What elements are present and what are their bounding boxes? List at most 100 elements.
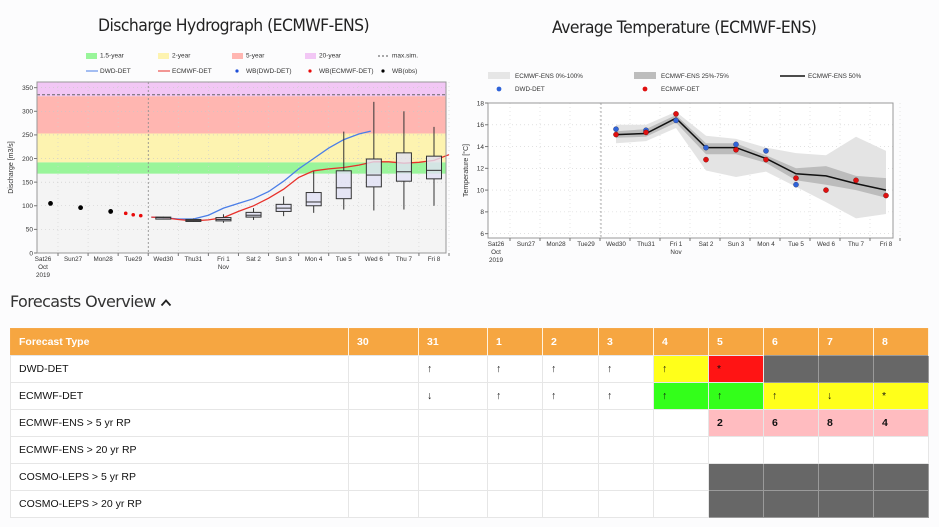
- x-tick-label: Nov: [218, 264, 230, 271]
- forecast-cell: ↑: [487, 355, 543, 383]
- legend-dot-9: [381, 69, 385, 73]
- column-header-day-1: 1: [487, 328, 543, 356]
- column-header-day-8: 8: [873, 328, 929, 356]
- legend-label: ECMWF-ENS 50%: [808, 73, 862, 80]
- dwd-det-point: [703, 144, 709, 151]
- legend-swatch-0: [488, 72, 510, 79]
- boxplot-box: [335, 170, 352, 200]
- y-tick-label: 50: [26, 227, 34, 234]
- wb-ecmwf-det-point: [138, 213, 143, 218]
- hydrograph-title: Discharge Hydrograph (ECMWF-ENS): [98, 16, 370, 36]
- column-header-forecast-type: Forecast Type: [10, 328, 349, 356]
- x-tick-label: Sat26: [35, 256, 52, 263]
- y-tick-label: 16: [477, 122, 485, 129]
- chevron-up-icon[interactable]: [160, 296, 172, 311]
- forecast-cell: [708, 463, 764, 491]
- forecasts-overview-table: Forecast Type 30 31 1 2 3 4 5 6 7 8 DWD-DET ↑ ↑ ↑ ↑ ↑ * E…: [10, 328, 929, 518]
- y-tick-label: 10: [477, 187, 485, 194]
- forecast-cell: 6: [763, 409, 819, 437]
- boxplot-box: [426, 155, 442, 180]
- forecast-cell: [708, 436, 764, 464]
- forecast-cell: 4: [873, 409, 929, 437]
- forecast-cell: ↓: [418, 382, 488, 410]
- x-tick-label: Sun27: [64, 256, 83, 263]
- forecast-cell: [763, 355, 819, 383]
- table-row: COSMO-LEPS > 20 yr RP: [10, 490, 929, 518]
- table-row: ECMWF-ENS > 5 yr RP 2 6 8 4: [10, 409, 929, 437]
- forecast-cell: [653, 409, 709, 437]
- legend-dot-3: [496, 86, 502, 92]
- ecmwf-det-point: [793, 175, 799, 181]
- dwd-det-point: [733, 141, 739, 148]
- wb-obs-point: [78, 205, 83, 211]
- x-tick-label: 2019: [489, 257, 504, 264]
- wb-obs-point: [108, 209, 114, 214]
- legend-label: 2-year: [172, 53, 191, 60]
- dwd-det-point: [673, 117, 679, 124]
- forecast-cell: ↑: [418, 355, 488, 383]
- legend-label: 5-year: [246, 53, 265, 60]
- table-header-row: Forecast Type 30 31 1 2 3 4 5 6 7 8: [10, 328, 929, 356]
- column-header-day-3: 3: [598, 328, 654, 356]
- boxplot-box: [305, 192, 322, 207]
- y-tick-label: 300: [22, 109, 33, 116]
- table-row: ECMWF-ENS > 20 yr RP: [10, 436, 929, 464]
- y-tick-label: 350: [22, 85, 33, 92]
- forecast-type-cell: ECMWF-DET: [10, 382, 349, 410]
- x-tick-label: Wed30: [606, 241, 626, 248]
- x-tick-label: Sat26: [488, 241, 505, 248]
- column-header-day-6: 6: [763, 328, 819, 356]
- forecast-cell: [418, 463, 488, 491]
- x-tick-label: Mon28: [94, 256, 114, 263]
- y-tick-label: 0: [29, 250, 33, 257]
- legend-label: WB(DWD-DET): [246, 68, 292, 75]
- forecast-cell: [598, 436, 654, 464]
- x-tick-label: Sat 2: [699, 241, 714, 248]
- boxplot: [185, 218, 202, 222]
- ecmwf-det-point: [823, 187, 829, 193]
- x-tick-label: Sun 3: [275, 256, 292, 263]
- forecast-cell: [542, 436, 599, 464]
- y-tick-label: 150: [22, 179, 33, 186]
- ecmwf-det-point: [733, 147, 739, 153]
- x-tick-label: Thu 7: [848, 241, 865, 248]
- y-tick-label: 200: [22, 156, 33, 163]
- legend-label: max.sim.: [392, 53, 418, 60]
- temperature-title: Average Temperature (ECMWF-ENS): [552, 18, 817, 38]
- forecast-cell: [598, 463, 654, 491]
- forecast-cell: [487, 463, 543, 491]
- x-tick-label: Mon28: [546, 241, 566, 248]
- forecast-cell: [873, 436, 929, 464]
- y-tick-label: 8: [480, 209, 484, 216]
- forecasts-overview-header[interactable]: Forecasts Overview: [10, 292, 172, 311]
- forecast-cell: [348, 436, 419, 464]
- x-tick-label: Fri 8: [428, 256, 441, 263]
- column-header-day-2: 2: [542, 328, 599, 356]
- x-tick-label: Mon 4: [305, 256, 323, 263]
- forecast-cell: [418, 490, 488, 518]
- dwd-det-point: [763, 148, 769, 154]
- forecast-cell: [873, 355, 929, 383]
- x-tick-label: Fri 1: [217, 256, 230, 263]
- x-tick-label: Sun 3: [728, 241, 745, 248]
- forecast-cell: [818, 463, 874, 491]
- forecast-cell: 2: [708, 409, 764, 437]
- legend-label: ECMWF-DET: [172, 68, 212, 75]
- forecast-type-cell: ECMWF-ENS > 20 yr RP: [10, 436, 349, 464]
- ecmwf-det-point: [703, 156, 709, 163]
- y-tick-label: 250: [22, 132, 33, 139]
- legend-label: ECMWF-ENS 0%-100%: [515, 73, 583, 80]
- forecast-cell: [487, 436, 543, 464]
- y-tick-label: 18: [477, 100, 485, 107]
- column-header-day-4: 4: [653, 328, 709, 356]
- legend-label: DWD-DET: [515, 86, 545, 93]
- forecast-cell: [348, 355, 419, 383]
- wb-ecmwf-det-point: [123, 211, 128, 216]
- forecast-cell: [542, 409, 599, 437]
- forecast-cell: [708, 490, 764, 518]
- column-header-day-5: 5: [708, 328, 764, 356]
- forecast-cell: [418, 436, 488, 464]
- legend-label: DWD-DET: [100, 68, 131, 75]
- forecast-cell: [763, 490, 819, 518]
- y-tick-label: 12: [477, 166, 485, 173]
